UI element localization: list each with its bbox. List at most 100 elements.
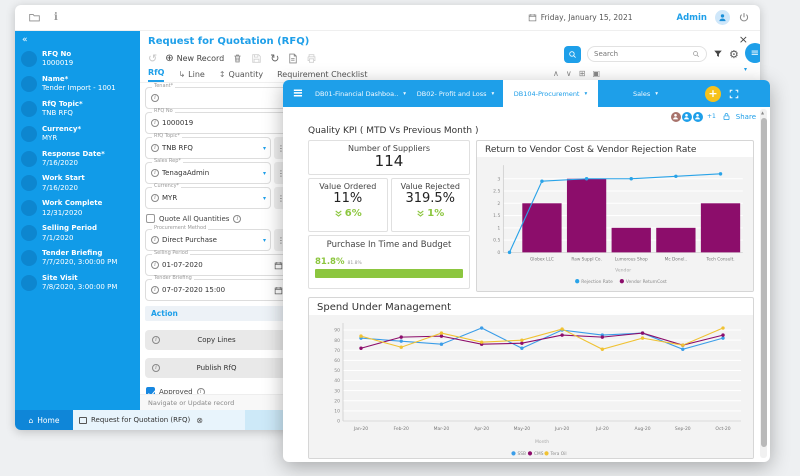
gear-icon[interactable]: ⚙: [729, 49, 739, 60]
datepicker-icon[interactable]: [274, 261, 283, 270]
svg-text:70: 70: [334, 348, 340, 354]
chevron-down-icon: ▾: [403, 91, 406, 97]
svg-text:80: 80: [334, 338, 340, 344]
tender-briefing-field[interactable]: Tender Briefing i07-07-2020 15:00: [145, 279, 288, 301]
tenant-field[interactable]: Tenant* i: [145, 87, 288, 109]
user-name[interactable]: Admin: [677, 13, 708, 23]
svg-text:Lumorous Shop: Lumorous Shop: [615, 256, 648, 262]
value-rejected-kpi-card: Value Rejected 319.5% 1%: [391, 178, 471, 232]
list-item: RFQ No1000019: [15, 47, 140, 72]
scrollbar-thumb[interactable]: [761, 118, 767, 447]
procurement-method-field[interactable]: Procurement Method iDirect Purchase▾: [145, 229, 271, 251]
search-icon: [568, 50, 577, 59]
record-bullet: [21, 151, 37, 167]
grid-view-icon[interactable]: ⊞: [579, 69, 586, 78]
sales-rep-field[interactable]: Sales Rep* iTenagaAdmin▾: [145, 162, 271, 184]
page-title: Request for Quotation (RFQ): [148, 36, 309, 47]
svg-text:Tech Consult.: Tech Consult.: [705, 256, 734, 262]
home-icon: ⌂: [29, 416, 34, 425]
suppliers-kpi-card: Number of Suppliers 114: [308, 140, 470, 175]
info-icon: i: [151, 194, 159, 202]
close-tab-icon[interactable]: ⊗: [196, 416, 203, 425]
dash-tab-procurement[interactable]: DB104-Procurement▾: [503, 80, 598, 107]
svg-text:Vendor ReturnCost: Vendor ReturnCost: [626, 279, 667, 285]
dash-tab-profit-loss[interactable]: DB02- Profit and Loss▾: [408, 80, 503, 107]
selling-period-field[interactable]: Selling Period i01-07-2020: [145, 254, 288, 276]
hamburger-icon[interactable]: ≡: [283, 80, 313, 107]
next-record-icon[interactable]: ∨: [566, 69, 572, 78]
undo-icon[interactable]: ↺: [148, 52, 157, 65]
fullscreen-icon[interactable]: [729, 89, 739, 99]
share-button[interactable]: Share: [736, 113, 756, 121]
purchase-kpi-card: Purchase In Time and Budget 81.8% 81.8%: [308, 235, 470, 289]
chart-title: Return to Vendor Cost & Vendor Rejection…: [477, 141, 753, 157]
chevron-down-icon: ▾: [744, 66, 747, 73]
magnifier-icon: [692, 50, 700, 58]
scroll-up-icon[interactable]: ▲: [761, 110, 764, 115]
search-input[interactable]: [594, 50, 692, 58]
publish-rfq-button[interactable]: i Publish RfQ: [145, 358, 288, 378]
avatar[interactable]: [715, 10, 730, 25]
report-icon[interactable]: [287, 53, 298, 64]
info-icon: i: [233, 215, 241, 223]
add-dashboard-button[interactable]: +: [705, 86, 721, 102]
suppliers-value: 114: [309, 153, 469, 170]
record-bullet: [21, 250, 37, 266]
tab-rfq[interactable]: RfQ: [148, 68, 164, 82]
list-item: Name*Tender Import - 1001: [15, 72, 140, 97]
tab-quantity[interactable]: ↕Quantity: [219, 70, 263, 82]
svg-text:Sep-20: Sep-20: [675, 426, 691, 432]
svg-text:Tera Oil: Tera Oil: [550, 451, 567, 457]
dash-tab-sales[interactable]: Sales▾: [598, 80, 693, 107]
dropdown-caret-icon[interactable]: ▾: [263, 170, 266, 177]
more-avatars-badge: +1: [707, 113, 716, 120]
line-tab-icon: ↳: [178, 70, 185, 79]
dash-tab-financial[interactable]: DB01-Financial Dashboa..▾: [313, 80, 408, 107]
copy-lines-button[interactable]: i Copy Lines: [145, 330, 288, 350]
scrollbar[interactable]: ▲: [760, 109, 767, 458]
svg-text:1.5: 1.5: [493, 213, 500, 219]
svg-text:Jul-20: Jul-20: [595, 426, 609, 432]
list-item: Work Complete12/31/2020: [15, 196, 140, 221]
search-row: ⚙ ≡: [564, 44, 760, 64]
svg-text:Jan-20: Jan-20: [353, 426, 368, 432]
svg-text:CMS: CMS: [534, 451, 544, 457]
info-icon[interactable]: i: [54, 12, 58, 23]
quote-all-checkbox[interactable]: [146, 214, 155, 223]
list-item: Selling Period7/1/2020: [15, 221, 140, 246]
filter-icon[interactable]: [713, 49, 723, 59]
lock-icon[interactable]: [722, 112, 731, 121]
dropdown-caret-icon[interactable]: ▾: [263, 145, 266, 152]
list-item: RfQ Topic*TNB RFQ: [15, 97, 140, 122]
datepicker-icon[interactable]: [274, 286, 283, 295]
collapse-sidebar-icon[interactable]: «: [15, 31, 140, 47]
value-ordered-kpi-card: Value Ordered 11% 6%: [308, 178, 388, 232]
rfq-topic-field[interactable]: RfQ Topic* iTNB RFQ▾: [145, 137, 271, 159]
dropdown-caret-icon[interactable]: ▾: [263, 237, 266, 244]
svg-text:Feb-20: Feb-20: [394, 426, 409, 432]
svg-text:Jun-20: Jun-20: [554, 426, 570, 432]
svg-text:0.5: 0.5: [493, 238, 500, 244]
menu-button[interactable]: ≡: [745, 43, 760, 63]
form-view-icon[interactable]: ▣: [592, 69, 600, 78]
dropdown-caret-icon[interactable]: ▾: [263, 195, 266, 202]
delete-icon[interactable]: [232, 53, 243, 64]
power-icon[interactable]: [738, 12, 750, 24]
svg-text:50: 50: [334, 368, 340, 374]
record-bullet: [21, 76, 37, 92]
svg-text:90: 90: [334, 328, 340, 334]
home-tab[interactable]: ⌂ Home: [15, 410, 73, 430]
search-box[interactable]: [587, 46, 707, 62]
open-record-tab[interactable]: Request for Quotation (RFQ) ⊗: [73, 410, 245, 430]
prev-record-icon[interactable]: ∧: [553, 69, 559, 78]
folder-icon[interactable]: [29, 12, 40, 23]
refresh-icon[interactable]: ↻: [270, 52, 279, 65]
purchase-value: 81.8%: [315, 257, 345, 267]
tab-line[interactable]: ↳Line: [178, 70, 204, 82]
search-button[interactable]: [564, 46, 581, 63]
person-icon: [718, 13, 727, 22]
new-record-button[interactable]: ⊕ New Record: [165, 53, 224, 64]
rfq-no-field[interactable]: RFQ No i1000019: [145, 112, 288, 134]
svg-text:3: 3: [497, 176, 500, 182]
currency-field[interactable]: Currency* iMYR▾: [145, 187, 271, 209]
